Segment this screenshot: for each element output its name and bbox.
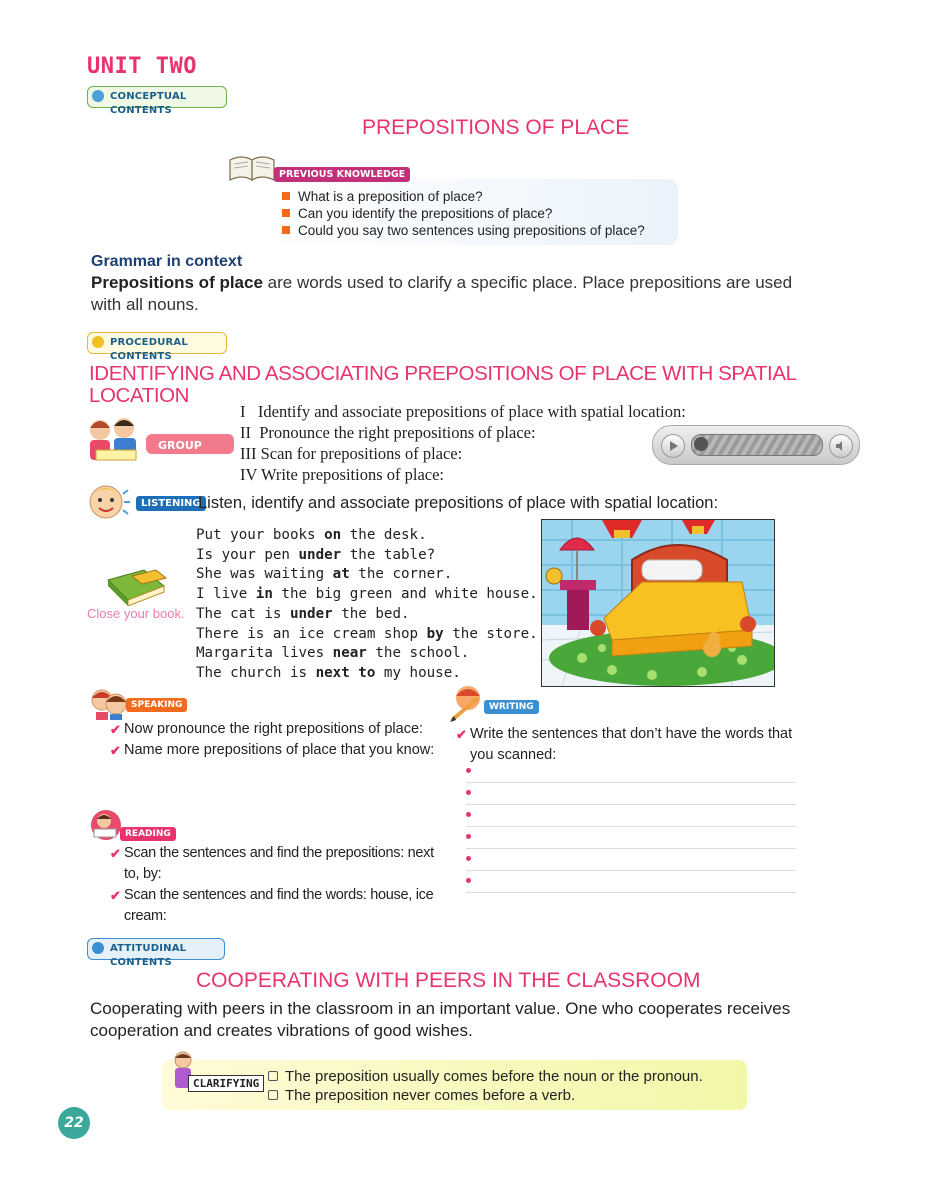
check-icon: ✔	[456, 727, 467, 742]
reading-list: ✔ Scan the sentences and find the preposi…	[110, 843, 440, 927]
previous-knowledge-list: What is a preposition of place? Can you …	[280, 188, 680, 239]
check-icon: ✔	[110, 722, 121, 737]
close-book-note: Close your book.	[87, 606, 185, 621]
listening-instruction: Listen, identify and associate prepositi…	[198, 494, 719, 512]
list-item: ✔ Name more prepositions of place that yo…	[110, 740, 440, 761]
writing-label: WRITING	[484, 700, 539, 714]
clarifying-label: CLARIFYING	[188, 1075, 265, 1092]
clarifying-list: The preposition usually comes before the…	[268, 1067, 703, 1105]
listening-kid-icon	[86, 482, 130, 522]
attitudinal-text: Cooperating with peers in the classroom …	[90, 999, 791, 1040]
step-3: III Scan for prepositions of place:	[240, 444, 463, 463]
list-item: Can you identify the prepositions of pla…	[280, 205, 680, 222]
list-item: The preposition never comes before a ver…	[268, 1086, 703, 1105]
sentence: There is an ice cream shop by the store.	[196, 625, 538, 642]
audio-thumb[interactable]	[694, 437, 708, 451]
person-icon	[92, 336, 104, 348]
writing-line[interactable]	[466, 826, 796, 849]
group-work-illustration: GROUP WORK	[86, 412, 236, 465]
listening-sentences: Put your books on the desk. Is your pen …	[196, 526, 538, 684]
speaking-list: ✔ Now pronounce the right prepositions of…	[110, 719, 440, 761]
sentence: The church is next to my house.	[196, 664, 461, 681]
checkbox-icon	[268, 1090, 278, 1100]
bullet-dot	[466, 790, 471, 795]
page-number: 22	[64, 1115, 84, 1131]
sentence: The cat is under the bed.	[196, 605, 410, 622]
bullet-dot	[466, 812, 471, 817]
group-work-label: GROUP WORK	[158, 439, 202, 465]
sentence: She was waiting at the corner.	[196, 566, 453, 583]
conceptual-contents-label: CONCEPTUAL CONTENTS	[110, 91, 187, 116]
page-title: PREPOSITIONS OF PLACE	[362, 116, 630, 139]
sentence: I live in the big green and white house.	[196, 586, 538, 603]
grammar-term: Prepositions of place	[91, 273, 263, 292]
sentence: Put your books on the desk.	[196, 527, 427, 543]
person-icon	[92, 942, 104, 954]
bedroom-illustration	[541, 519, 775, 687]
check-icon: ✔	[110, 888, 121, 903]
check-icon: ✔	[110, 846, 121, 861]
step-4: IV Write prepositions of place:	[240, 465, 445, 484]
writing-line[interactable]	[466, 804, 796, 827]
list-item: ✔ Scan the sentences and find the words: …	[110, 887, 434, 924]
previous-knowledge-label: PREVIOUS KNOWLEDGE	[274, 167, 411, 182]
bullet-dot	[466, 768, 471, 773]
reading-label: READING	[120, 827, 176, 841]
grammar-heading: Grammar in context	[91, 253, 243, 270]
sentence: Margarita lives near the school.	[196, 645, 470, 662]
page-number-badge: 22	[58, 1107, 90, 1139]
check-icon: ✔	[110, 743, 121, 758]
audio-progress-track[interactable]	[691, 434, 823, 456]
writing-line[interactable]	[466, 848, 796, 871]
person-icon	[92, 90, 104, 102]
list-item: ✔ Scan the sentences and find the preposi…	[110, 845, 434, 882]
procedural-steps: I Identify and associate prepositions of…	[240, 401, 686, 485]
volume-icon	[836, 441, 842, 451]
open-book-icon	[228, 152, 276, 184]
bullet-dot	[466, 878, 471, 883]
list-item: What is a preposition of place?	[280, 188, 680, 205]
attitudinal-title: COOPERATING WITH PEERS IN THE CLASSROOM	[196, 969, 701, 992]
listening-label: LISTENING	[136, 496, 206, 511]
step-2: II Pronounce the right prepositions of p…	[240, 423, 536, 442]
step-1: I Identify and associate prepositions of…	[240, 402, 686, 421]
bullet-dot	[466, 834, 471, 839]
list-item: ✔ Now pronounce the right prepositions of…	[110, 719, 440, 740]
checkbox-icon	[268, 1071, 278, 1081]
sentence: Is your pen under the table?	[196, 546, 436, 563]
audio-player[interactable]	[652, 425, 860, 465]
attitudinal-contents-label: ATTITUDINAL CONTENTS	[110, 943, 187, 968]
volume-button[interactable]	[829, 434, 853, 458]
unit-title: UNIT TWO	[87, 54, 197, 79]
conceptual-contents-tag: CONCEPTUAL CONTENTS	[87, 86, 227, 116]
procedural-contents-label: PROCEDURAL CONTENTS	[110, 337, 188, 362]
list-item: The preposition usually comes before the…	[268, 1067, 703, 1086]
play-icon	[670, 441, 678, 451]
bullet-dot	[466, 856, 471, 861]
closed-book-icon	[104, 566, 170, 607]
speaking-label: SPEAKING	[126, 698, 188, 712]
attitudinal-contents-tag: ATTITUDINAL CONTENTS	[87, 938, 225, 968]
writing-icon	[448, 684, 488, 722]
play-button[interactable]	[661, 434, 685, 458]
procedural-contents-tag: PROCEDURAL CONTENTS	[87, 332, 227, 362]
writing-line[interactable]	[466, 760, 796, 783]
list-item: Could you say two sentences using prepos…	[280, 222, 680, 239]
grammar-text: Prepositions of place are words used to …	[91, 272, 811, 316]
speaking-icon	[90, 686, 128, 720]
writing-line[interactable]	[466, 782, 796, 805]
section-title-line1: IDENTIFYING AND ASSOCIATING PREPOSITIONS…	[89, 362, 797, 385]
writing-line[interactable]	[466, 870, 796, 893]
